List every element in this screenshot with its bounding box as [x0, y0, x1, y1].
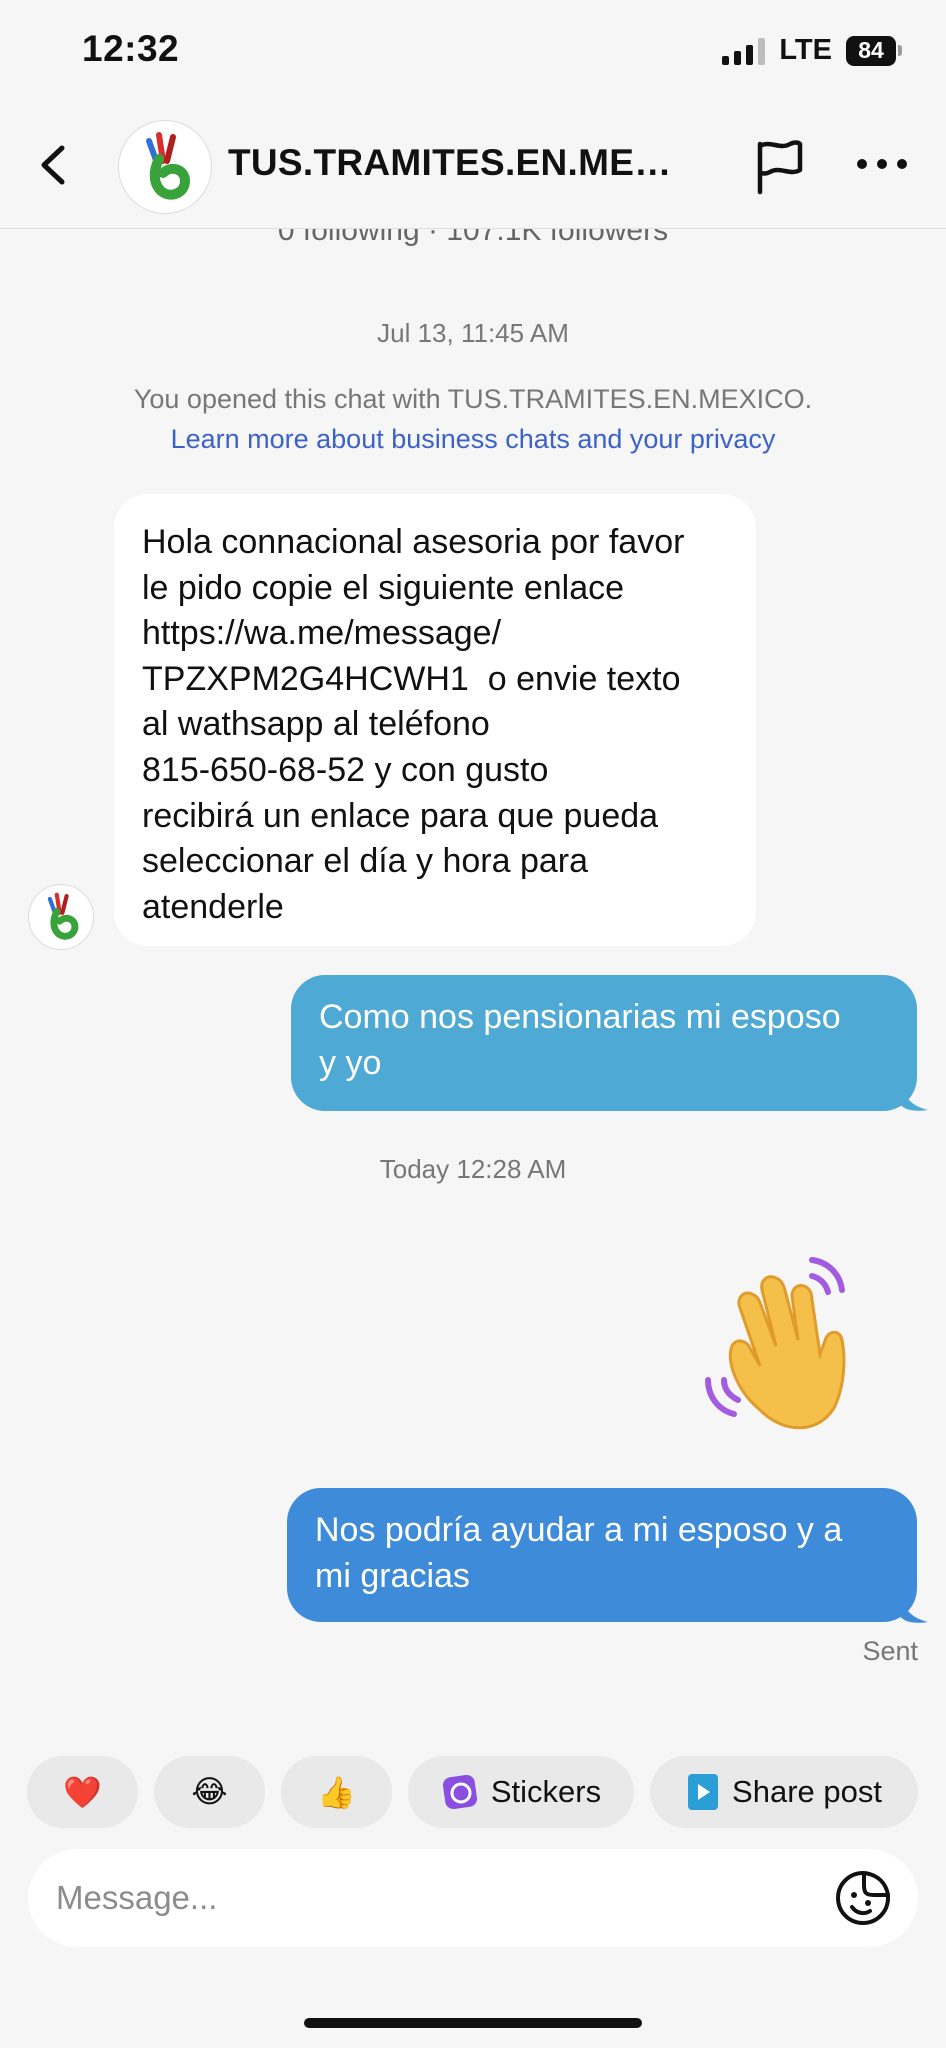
- stickers-button[interactable]: Stickers: [408, 1756, 634, 1828]
- header-avatar[interactable]: [118, 120, 212, 214]
- react-thumbs-up-button[interactable]: 👍: [281, 1756, 392, 1828]
- sticker-face-icon: [836, 1871, 890, 1925]
- chevron-left-icon: [41, 145, 65, 185]
- business-chat-notice: You opened this chat with TUS.TRAMITES.E…: [133, 384, 813, 414]
- chat-header: TUS.TRAMITES.EN.MEXICO: [0, 100, 946, 229]
- brand-logo-icon: [146, 132, 191, 200]
- quick-actions: ❤️ 😂 👍 Stickers Share post: [27, 1756, 918, 1828]
- signal-icon: [722, 37, 766, 65]
- share-post-icon: [688, 1774, 719, 1810]
- outgoing-message[interactable]: Como nos pensionarias mi esposo y yo: [291, 975, 917, 1111]
- react-heart-button[interactable]: ❤️: [27, 1756, 138, 1828]
- network-label: LTE: [779, 34, 832, 66]
- message-input[interactable]: [56, 1873, 796, 1923]
- back-button[interactable]: [30, 140, 80, 190]
- more-options-button[interactable]: [852, 144, 912, 184]
- waving-hand-sticker[interactable]: [700, 1250, 876, 1440]
- chat-timestamp: Jul 13, 11:45 AM: [377, 318, 569, 348]
- message-composer: [28, 1849, 918, 1947]
- sent-status: Sent: [862, 1636, 918, 1666]
- battery-level: 84: [846, 35, 896, 66]
- stickers-label: Stickers: [490, 1774, 602, 1809]
- heart-emoji: ❤️: [63, 1774, 102, 1810]
- report-button[interactable]: [752, 136, 808, 196]
- share-post-label: Share post: [732, 1774, 882, 1809]
- sender-avatar[interactable]: [28, 884, 94, 950]
- thumbs-up-emoji: 👍: [317, 1774, 356, 1810]
- chat-timestamp: Today 12:28 AM: [379, 1154, 567, 1184]
- outgoing-message[interactable]: Nos podría ayudar a mi esposo y a mi gra…: [287, 1488, 917, 1622]
- more-horizontal-icon: [857, 159, 907, 169]
- laugh-emoji: 😂: [191, 1774, 228, 1809]
- home-indicator: [304, 2018, 642, 2028]
- brand-logo-icon: [47, 892, 79, 940]
- incoming-message[interactable]: Hola connacional asesoria por favor le p…: [114, 494, 756, 946]
- status-time: 12:32: [82, 28, 180, 69]
- battery-icon: 84: [846, 35, 902, 66]
- privacy-link[interactable]: Learn more about business chats and your…: [0, 424, 946, 455]
- chat-title[interactable]: TUS.TRAMITES.EN.MEXICO: [228, 142, 688, 184]
- flag-icon: [757, 140, 803, 195]
- message-text: Nos podría ayudar a mi esposo y a mi gra…: [315, 1511, 843, 1595]
- bubble-tail: [900, 1082, 928, 1111]
- share-post-button[interactable]: Share post: [650, 1756, 918, 1828]
- react-laugh-button[interactable]: 😂: [154, 1756, 265, 1828]
- status-indicators: LTE 84: [722, 34, 902, 67]
- sticker-button[interactable]: [834, 1869, 892, 1927]
- message-text: Como nos pensionarias mi esposo y yo: [319, 998, 841, 1082]
- bubble-tail: [900, 1594, 928, 1623]
- stickers-icon: [442, 1774, 477, 1810]
